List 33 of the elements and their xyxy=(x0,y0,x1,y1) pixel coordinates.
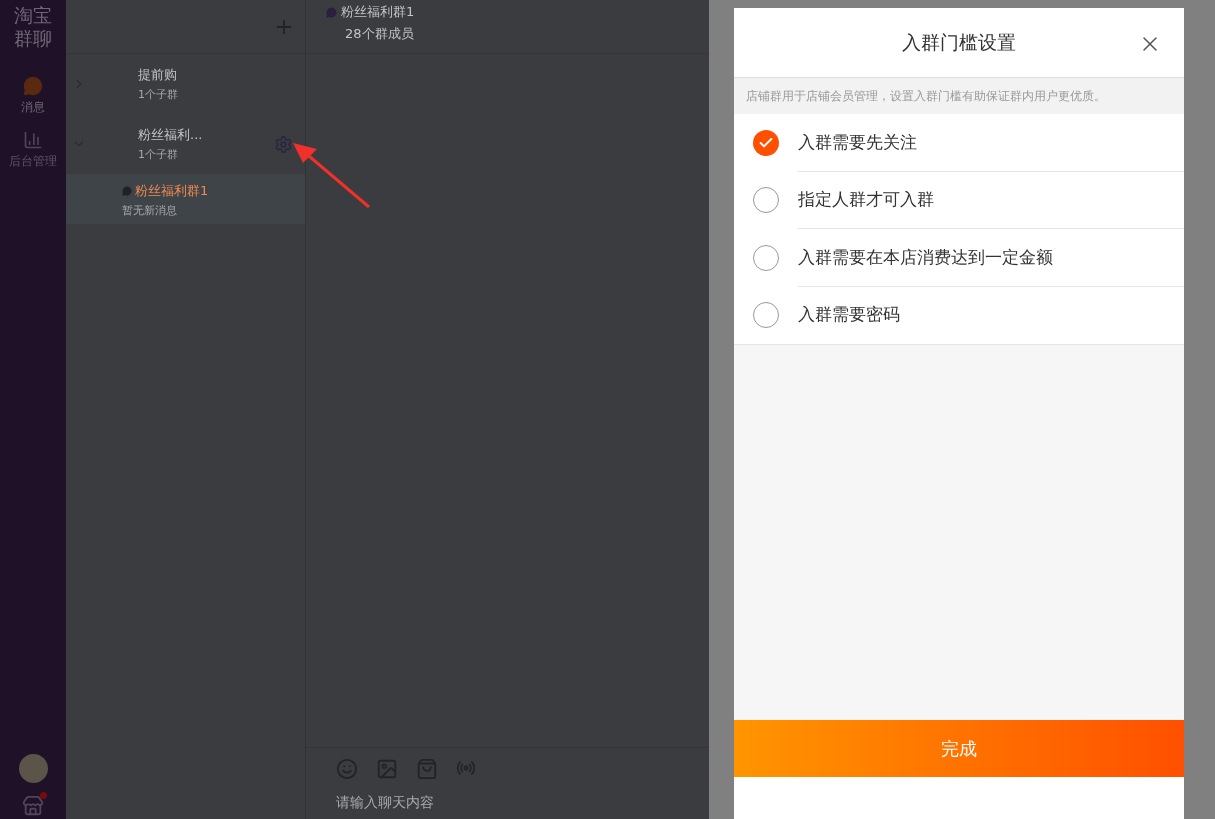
store-icon[interactable] xyxy=(22,795,44,817)
option-label[interactable]: 指定人群才可入群 xyxy=(798,171,1184,229)
group-row[interactable]: 粉丝福利... 1个子群 xyxy=(66,114,305,174)
message-input[interactable]: 请输入聊天内容 xyxy=(336,794,636,810)
radio-button[interactable] xyxy=(753,302,779,329)
notice-text: 店铺群用于店铺会员管理，设置入群门槛有助保证群内用户更优质。 xyxy=(734,78,1184,114)
chat-bubble-icon xyxy=(122,186,132,196)
radio-button[interactable] xyxy=(753,129,779,156)
group-row[interactable]: 提前购 1个子群 xyxy=(66,54,305,114)
option-label[interactable]: 入群需要在本店消费达到一定金额 xyxy=(798,229,1184,287)
image-icon[interactable] xyxy=(376,758,398,780)
subgroup-preview: 暂无新消息 xyxy=(122,203,178,218)
option-label[interactable]: 入群需要密码 xyxy=(798,286,1184,344)
avatar[interactable] xyxy=(18,754,48,783)
subgroup-item[interactable]: 粉丝福利群1 暂无新消息 xyxy=(66,174,305,224)
group-name: 提前购 xyxy=(138,66,178,84)
smiley-icon[interactable] xyxy=(336,758,358,780)
chat-bubble-icon xyxy=(23,76,43,96)
group-name: 粉丝福利... xyxy=(138,126,204,144)
radio-button[interactable] xyxy=(753,187,779,214)
dialog-title: 入群门槛设置 xyxy=(902,29,1016,55)
group-count: 1个子群 xyxy=(138,87,179,102)
group-count: 1个子群 xyxy=(138,147,179,162)
settings-icon[interactable] xyxy=(274,134,293,154)
member-count: 28个群成员 xyxy=(345,25,414,43)
bar-chart-icon xyxy=(23,130,43,150)
option-label[interactable]: 入群需要先关注 xyxy=(798,114,1184,172)
subgroup-name: 粉丝福利群1 xyxy=(135,182,209,200)
radio-button[interactable] xyxy=(753,244,779,271)
chat-title: 粉丝福利群1 xyxy=(341,3,415,21)
shopping-bag-icon[interactable] xyxy=(416,758,438,780)
chat-bubble-icon xyxy=(326,6,337,18)
logo-text: 淘宝 群聊 xyxy=(14,4,52,50)
